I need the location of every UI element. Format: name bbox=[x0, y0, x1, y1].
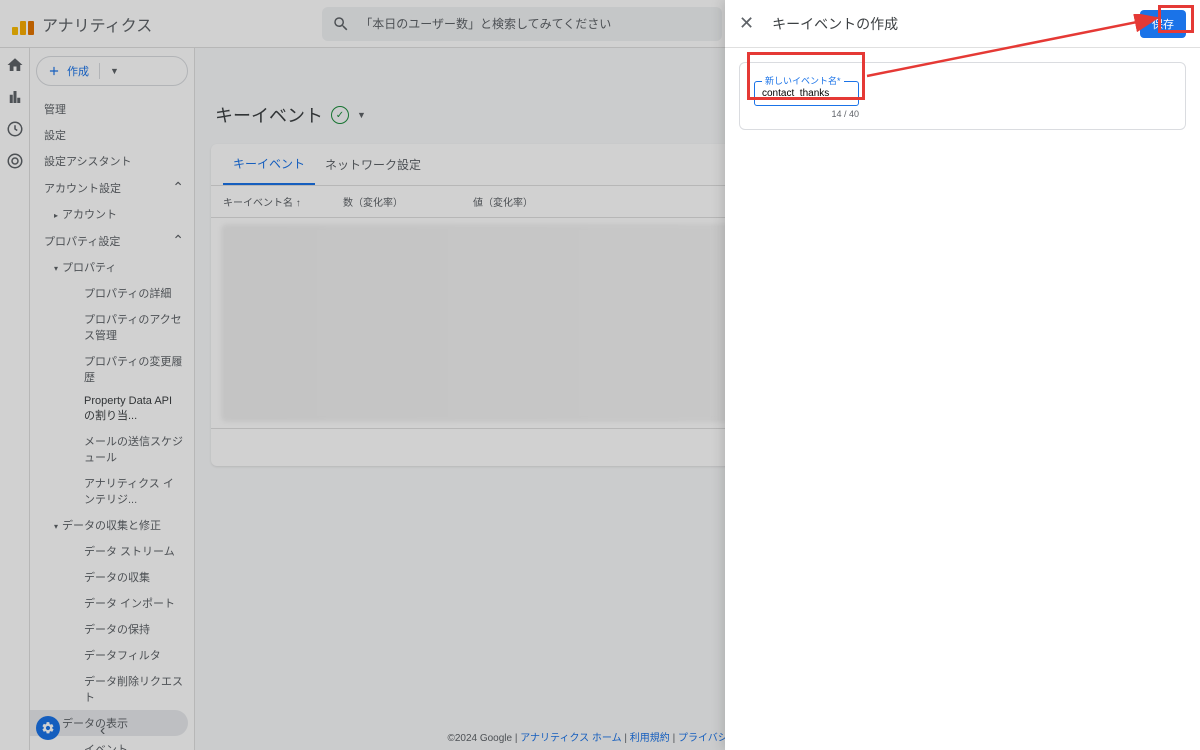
sidebar-admin[interactable]: 管理 bbox=[30, 96, 194, 122]
tab-network[interactable]: ネットワーク設定 bbox=[315, 144, 431, 185]
sidebar-item[interactable]: データフィルタ bbox=[30, 642, 194, 668]
app-title: アナリティクス bbox=[42, 12, 152, 36]
chevron-left-icon[interactable]: ‹ bbox=[100, 722, 105, 740]
sidebar-account-settings[interactable]: アカウント設定⌃ bbox=[30, 174, 194, 201]
footer-link[interactable]: 利用規約 bbox=[630, 733, 670, 744]
home-icon[interactable] bbox=[6, 56, 24, 74]
gear-icon bbox=[41, 721, 55, 735]
tab-key-events[interactable]: キーイベント bbox=[223, 144, 315, 185]
search-icon bbox=[332, 15, 350, 33]
sidebar-item[interactable]: データの収集 bbox=[30, 564, 194, 590]
create-key-event-drawer: ✕ キーイベントの作成 保存 新しいイベント名* 14 / 40 bbox=[725, 0, 1200, 750]
sidebar-setup-assistant[interactable]: 設定アシスタント bbox=[30, 148, 194, 174]
analytics-logo-icon bbox=[12, 13, 34, 35]
drawer-title: キーイベントの作成 bbox=[772, 14, 898, 34]
col-name[interactable]: キーイベント名 ↑ bbox=[223, 194, 343, 209]
sidebar-item[interactable]: Property Data API の割り当... bbox=[30, 390, 194, 428]
footer-link[interactable]: アナリティクス ホーム bbox=[520, 733, 621, 744]
sidebar-account[interactable]: ▸アカウント bbox=[30, 201, 194, 227]
close-icon[interactable]: ✕ bbox=[739, 13, 754, 34]
advertising-icon[interactable] bbox=[6, 152, 24, 170]
sidebar-data-collection[interactable]: ▾データの収集と修正 bbox=[30, 512, 194, 538]
verified-badge-icon bbox=[331, 106, 349, 124]
chevron-down-icon: ▼ bbox=[110, 66, 119, 76]
sidebar-item[interactable]: アナリティクス インテリジ... bbox=[30, 470, 194, 512]
char-count: 14 / 40 bbox=[754, 109, 859, 119]
col-value: 値（変化率） bbox=[473, 194, 603, 209]
search-input[interactable]: 「本日のユーザー数」と検索してみてください bbox=[322, 7, 722, 41]
form-card: 新しいイベント名* 14 / 40 bbox=[739, 62, 1186, 130]
admin-gear-button[interactable] bbox=[36, 716, 60, 740]
sidebar-events[interactable]: イベント bbox=[30, 736, 194, 750]
create-button[interactable]: 作成 ▼ bbox=[36, 56, 188, 86]
sidebar-property[interactable]: ▾プロパティ bbox=[30, 254, 194, 280]
sidebar-item[interactable]: プロパティの詳細 bbox=[30, 280, 194, 306]
save-button[interactable]: 保存 bbox=[1140, 10, 1186, 38]
sidebar-item[interactable]: プロパティの変更履歴 bbox=[30, 348, 194, 390]
sidebar-item[interactable]: データ インポート bbox=[30, 590, 194, 616]
sidebar-item[interactable]: データ ストリーム bbox=[30, 538, 194, 564]
explore-icon[interactable] bbox=[6, 120, 24, 138]
col-count: 数（変化率） bbox=[343, 194, 473, 209]
page-title: キーイベント bbox=[215, 102, 323, 128]
sidebar-property-settings[interactable]: プロパティ設定⌃ bbox=[30, 227, 194, 254]
sidebar-item[interactable]: メールの送信スケジュール bbox=[30, 428, 194, 470]
field-label: 新しいイベント名* bbox=[762, 74, 844, 87]
sidebar-settings[interactable]: 設定 bbox=[30, 122, 194, 148]
chevron-down-icon[interactable]: ▼ bbox=[357, 110, 366, 120]
chevron-up-icon: ⌃ bbox=[172, 232, 184, 249]
search-placeholder: 「本日のユーザー数」と検索してみてください bbox=[360, 15, 611, 32]
sidebar-item[interactable]: プロパティのアクセス管理 bbox=[30, 306, 194, 348]
sidebar-item[interactable]: データ削除リクエスト bbox=[30, 668, 194, 710]
plus-icon bbox=[47, 64, 61, 78]
sidebar-item[interactable]: データの保持 bbox=[30, 616, 194, 642]
reports-icon[interactable] bbox=[6, 88, 24, 106]
chevron-up-icon: ⌃ bbox=[172, 179, 184, 196]
